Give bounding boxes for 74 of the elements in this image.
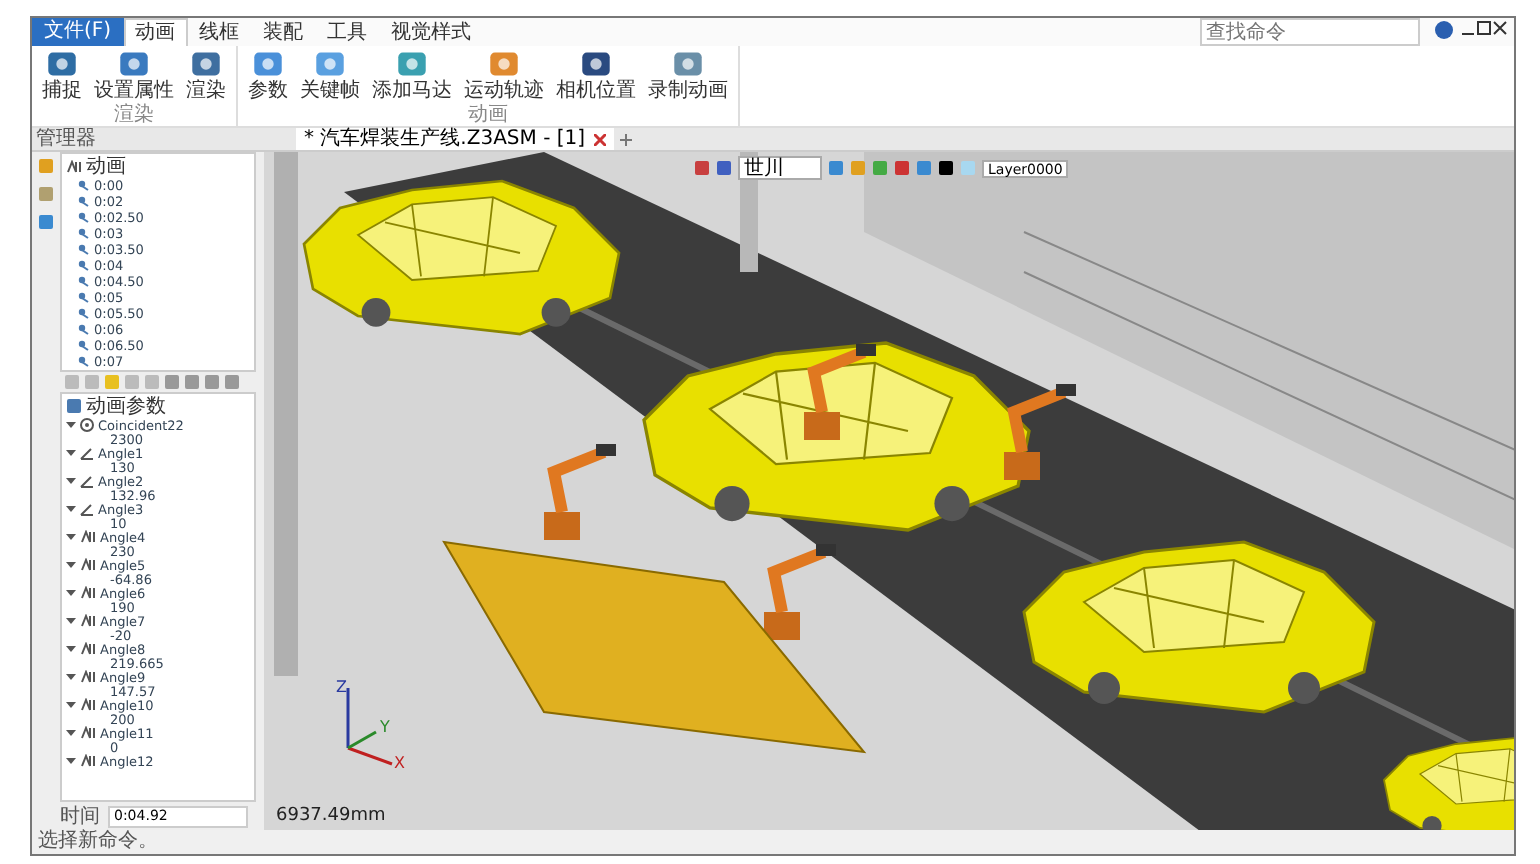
- angle-icon: [80, 502, 94, 516]
- constraint-icon: [80, 418, 94, 432]
- keyframe-icon: [78, 324, 90, 336]
- keyframe-icon: [78, 244, 90, 256]
- ribbon-tab[interactable]: 工具: [315, 18, 380, 46]
- joint-icon: [66, 159, 82, 173]
- document-tab[interactable]: * 汽车焊装生产线.Z3ASM - [1]: [296, 128, 614, 150]
- collapse-icon[interactable]: [66, 448, 76, 458]
- collapse-icon[interactable]: [66, 616, 76, 626]
- collapse-icon[interactable]: [66, 588, 76, 598]
- keyframe-icon: [78, 228, 90, 240]
- joint-icon: [80, 586, 96, 600]
- joint-icon: [80, 754, 96, 768]
- welding-robot: [1004, 384, 1076, 480]
- angle-icon: [80, 474, 94, 488]
- keyframe-icon: [78, 356, 90, 368]
- keyframe-icon: [78, 340, 90, 352]
- panel-title: 管理器: [34, 128, 98, 150]
- file-menu-tab[interactable]: 文件(F): [32, 18, 124, 46]
- collapse-icon[interactable]: [66, 504, 76, 514]
- ribbon-button[interactable]: 录制动画: [644, 46, 732, 104]
- joint-icon: [80, 726, 96, 740]
- measurement-label: 6937.49mm: [276, 806, 386, 826]
- keyframe-icon: [78, 308, 90, 320]
- keyframe-icon: [78, 276, 90, 288]
- ribbon-button[interactable]: 参数: [244, 46, 292, 104]
- ribbon-button[interactable]: 添加马达: [368, 46, 456, 104]
- ribbon-button[interactable]: 关键帧: [296, 46, 364, 104]
- ribbon-button[interactable]: 运动轨迹: [460, 46, 548, 104]
- keyframe-icon: [78, 196, 90, 208]
- ribbon-button[interactable]: 相机位置: [552, 46, 640, 104]
- angle-icon: [80, 446, 94, 460]
- joint-icon: [80, 698, 96, 712]
- color-swatch-icon[interactable]: [960, 160, 976, 176]
- joint-icon: [80, 530, 96, 544]
- collapse-icon[interactable]: [66, 756, 76, 766]
- keyframe-icon: [78, 260, 90, 272]
- collapse-icon[interactable]: [66, 700, 76, 710]
- close-icon[interactable]: [1492, 18, 1508, 38]
- welding-robot: [544, 444, 616, 540]
- ribbon-tab[interactable]: 装配: [251, 18, 316, 46]
- display-style-dropdown[interactable]: 世川: [738, 156, 822, 180]
- collapse-icon[interactable]: [66, 560, 76, 570]
- joint-icon: [80, 558, 96, 572]
- keyframe-icon: [78, 292, 90, 304]
- color-swatch-icon[interactable]: [938, 160, 954, 176]
- ribbon-button[interactable]: 设置属性: [90, 46, 178, 104]
- ribbon-tab[interactable]: 线框: [187, 18, 252, 46]
- tree-item: 动画参数: [86, 393, 166, 420]
- ribbon-button[interactable]: 渲染: [182, 46, 230, 104]
- keyframe-icon: [78, 180, 90, 192]
- collapse-icon[interactable]: [66, 672, 76, 682]
- ribbon-button[interactable]: 捕捉: [38, 46, 86, 104]
- joint-icon: [80, 642, 96, 656]
- collapse-icon[interactable]: [66, 420, 76, 430]
- collapse-icon[interactable]: [66, 728, 76, 738]
- close-icon[interactable]: [593, 133, 606, 145]
- welding-robot: [764, 544, 836, 640]
- collapse-icon[interactable]: [66, 476, 76, 486]
- joint-icon: [80, 670, 96, 684]
- tree-item[interactable]: 动画: [86, 152, 126, 180]
- ribbon-tab[interactable]: 视觉样式: [379, 18, 484, 46]
- joint-icon: [80, 614, 96, 628]
- time-label: 时间: [60, 803, 100, 829]
- ribbon-tab[interactable]: 动画: [123, 18, 188, 46]
- keyframe-icon: [78, 212, 90, 224]
- collapse-icon[interactable]: [66, 644, 76, 654]
- group-label: 动画: [466, 104, 510, 126]
- welding-robot: [804, 344, 876, 440]
- group-label: 渲染: [112, 104, 156, 126]
- search-field[interactable]: 查找命令: [1200, 18, 1420, 46]
- collapse-icon[interactable]: [66, 532, 76, 542]
- restore-icon[interactable]: [1476, 18, 1492, 38]
- axis-triad-drawing: Z Y X: [332, 676, 412, 772]
